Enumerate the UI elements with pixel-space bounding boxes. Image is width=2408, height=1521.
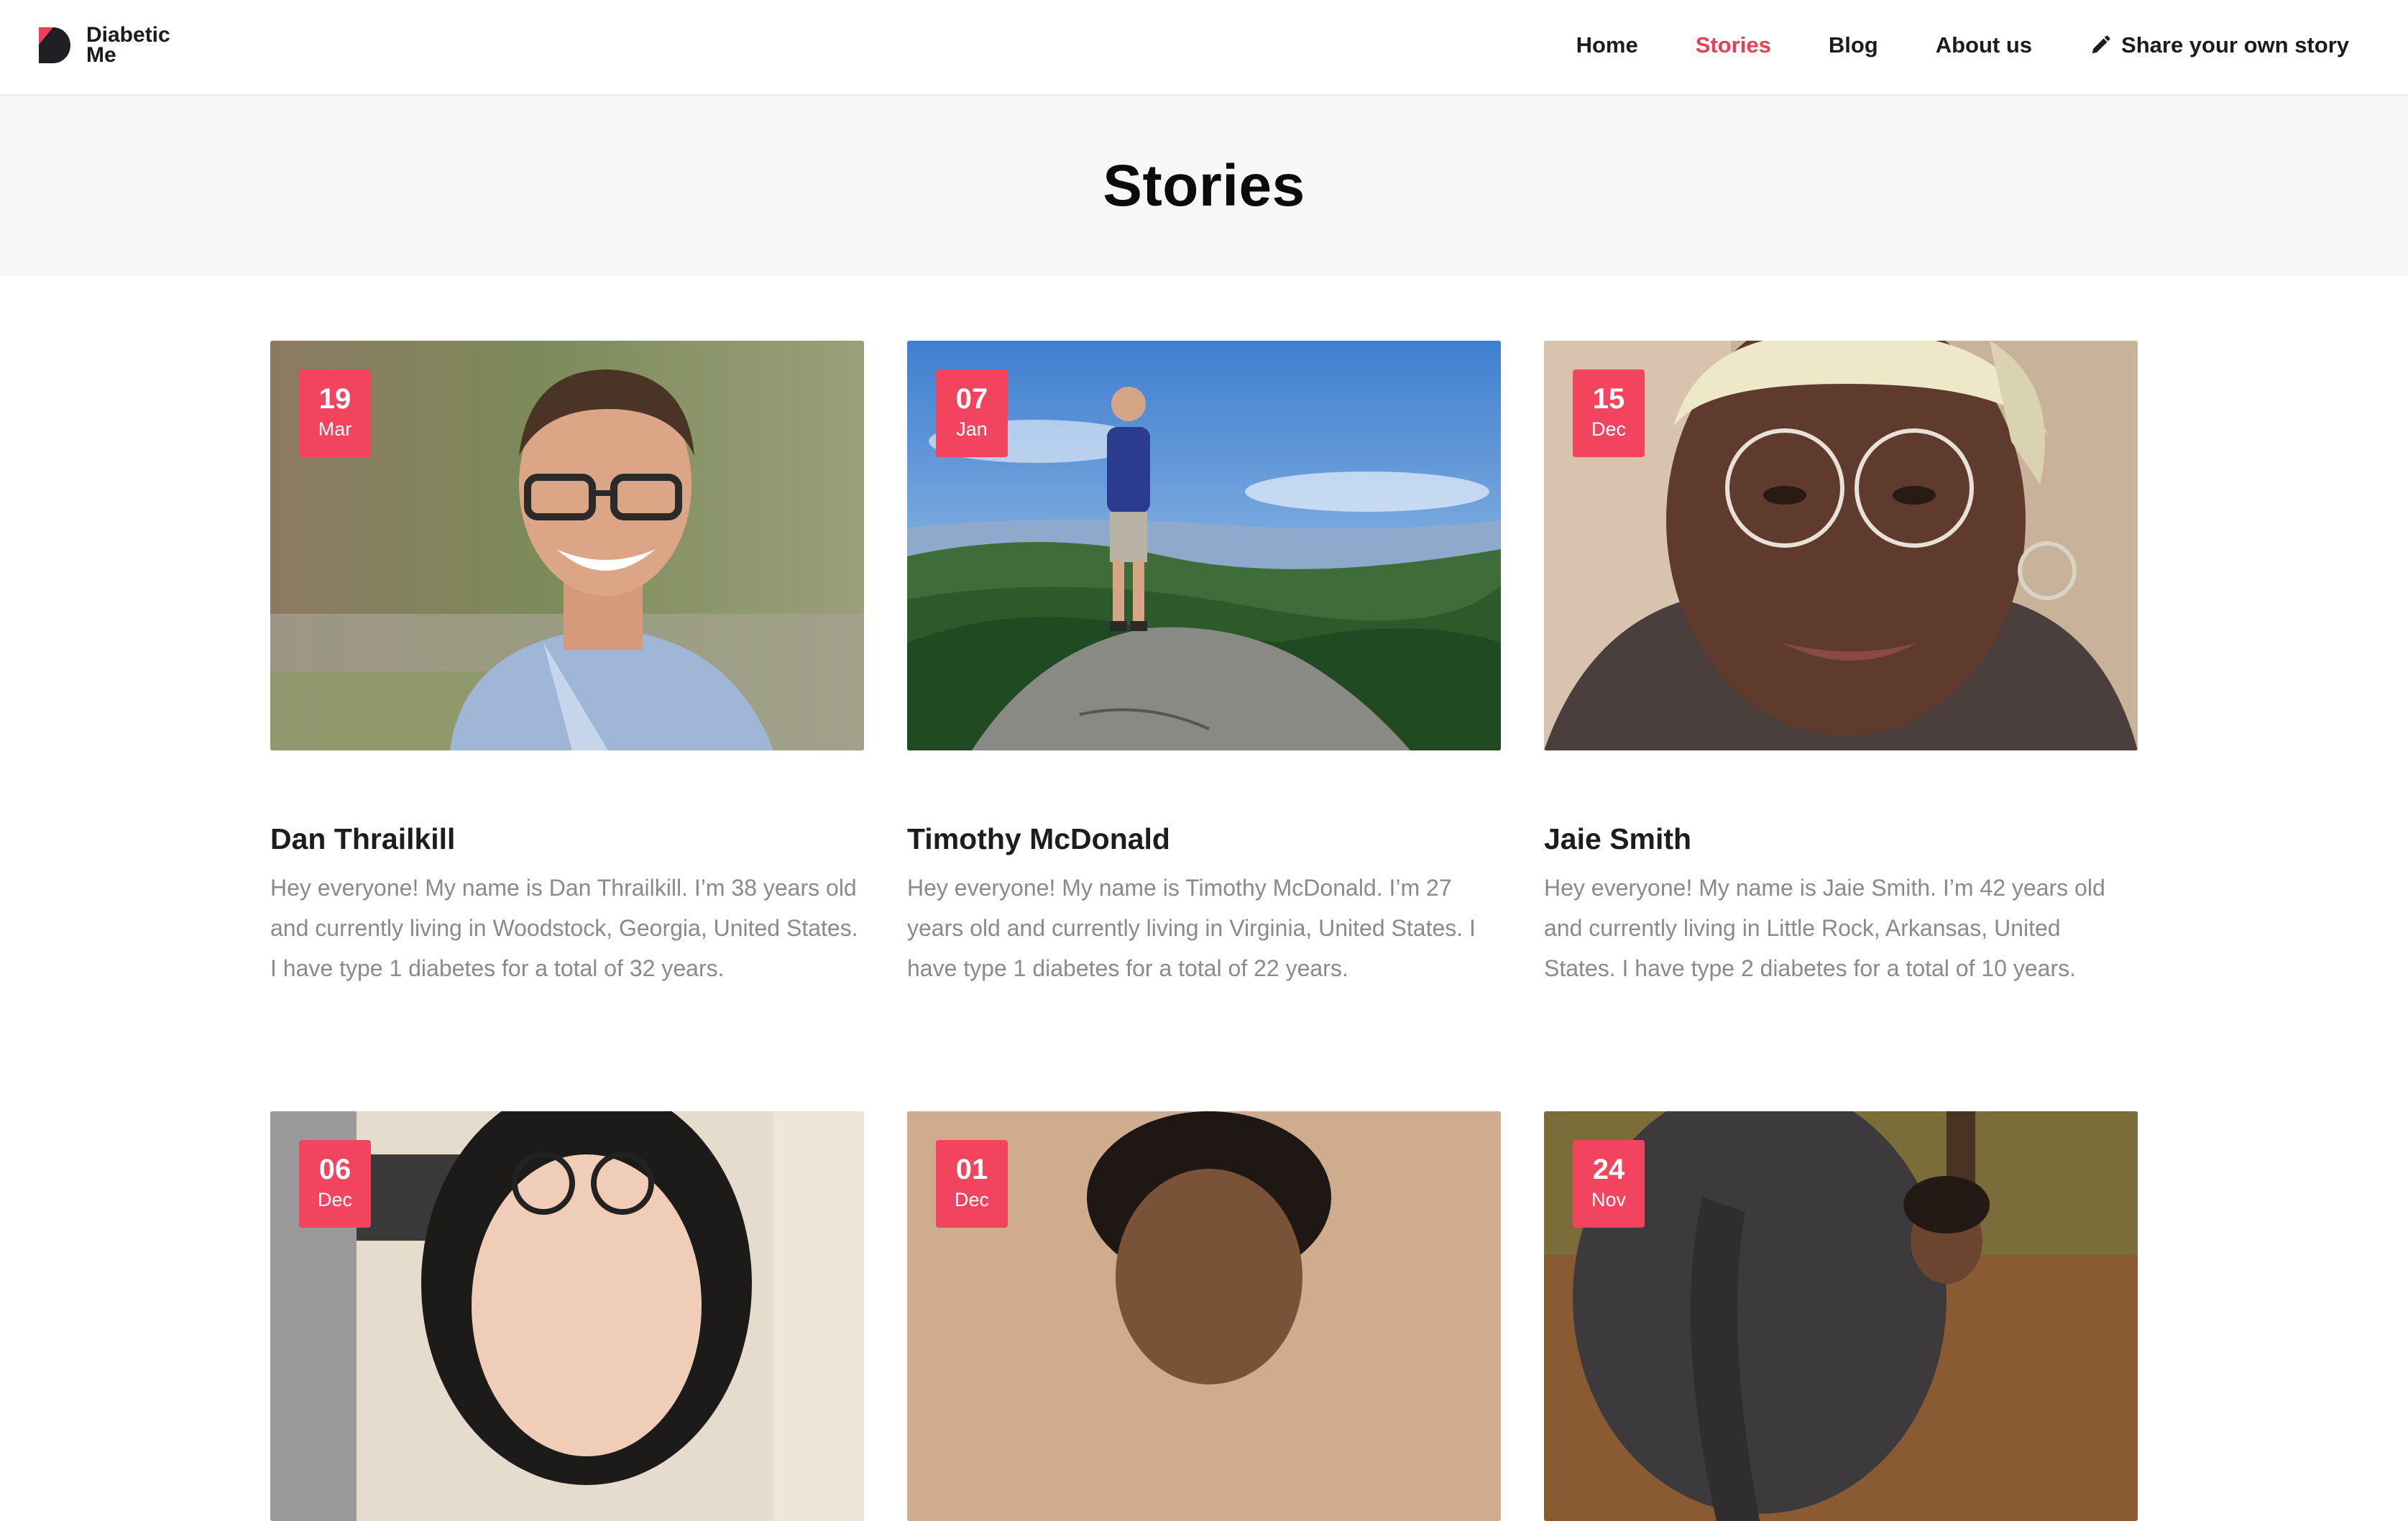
brand-logo[interactable]: Diabetic Me xyxy=(36,24,170,66)
brand-line2: Me xyxy=(86,43,116,67)
date-day: 06 xyxy=(318,1154,351,1185)
date-badge: 01 Dec xyxy=(936,1140,1008,1228)
story-photo[interactable]: 01 Dec xyxy=(907,1111,1501,1521)
date-badge: 19 Mar xyxy=(299,369,371,457)
story-card[interactable]: 19 Mar Dan Thrailkill Hey everyone! My n… xyxy=(270,341,864,988)
story-excerpt: Hey everyone! My name is Timothy McDonal… xyxy=(907,875,1476,981)
share-story-link[interactable]: Share your own story xyxy=(2090,32,2349,58)
logo-icon xyxy=(39,27,70,63)
story-card[interactable]: 24 Nov xyxy=(1544,1111,2138,1521)
page-title-band: Stories xyxy=(0,96,2408,276)
date-badge: 07 Jan xyxy=(936,369,1008,457)
story-card[interactable]: 06 Dec xyxy=(270,1111,864,1521)
story-excerpt: Hey everyone! My name is Dan Thrailkill.… xyxy=(270,875,858,981)
story-photo[interactable]: 07 Jan xyxy=(907,341,1501,750)
story-photo[interactable]: 19 Mar xyxy=(270,341,864,750)
date-day: 15 xyxy=(1592,383,1625,415)
story-photo[interactable]: 24 Nov xyxy=(1544,1111,2138,1521)
brand-name: Diabetic Me xyxy=(86,23,170,67)
nav-about-us[interactable]: About us xyxy=(1936,32,2032,58)
main-nav: Home Stories Blog About us Share your ow… xyxy=(1519,0,2349,91)
story-card[interactable]: 01 Dec xyxy=(907,1111,1501,1521)
date-day: 01 xyxy=(955,1154,988,1185)
nav-stories[interactable]: Stories xyxy=(1696,32,1771,58)
story-excerpt: Hey everyone! My name is Jaie Smith. I’m… xyxy=(1544,875,2105,981)
share-story-label: Share your own story xyxy=(2121,32,2349,58)
date-month: Dec xyxy=(1591,418,1626,440)
story-author-name[interactable]: Jaie Smith xyxy=(1544,822,2138,856)
story-photo[interactable]: 06 Dec xyxy=(270,1111,864,1521)
story-card[interactable]: 15 Dec Jaie Smith Hey everyone! My name … xyxy=(1544,341,2138,988)
date-month: Mar xyxy=(318,418,352,440)
date-day: 19 xyxy=(318,383,351,415)
date-month: Nov xyxy=(1591,1189,1626,1210)
brand-line1: Diabetic xyxy=(86,23,170,47)
story-author-name[interactable]: Dan Thrailkill xyxy=(270,822,864,856)
date-month: Jan xyxy=(956,418,988,440)
page-title: Stories xyxy=(1103,152,1305,219)
date-month: Dec xyxy=(317,1189,352,1210)
date-day: 07 xyxy=(955,383,988,415)
site-header: Diabetic Me Home Stories Blog About us S… xyxy=(0,0,2408,96)
story-card[interactable]: 07 Jan Timothy McDonald Hey everyone! My… xyxy=(907,341,1501,988)
date-badge: 15 Dec xyxy=(1573,369,1645,457)
pencil-icon xyxy=(2092,35,2110,54)
nav-home[interactable]: Home xyxy=(1576,32,1638,58)
nav-blog[interactable]: Blog xyxy=(1829,32,1878,58)
date-month: Dec xyxy=(954,1189,989,1210)
story-photo[interactable]: 15 Dec xyxy=(1544,341,2138,750)
date-badge: 24 Nov xyxy=(1573,1140,1645,1228)
date-badge: 06 Dec xyxy=(299,1140,371,1228)
date-day: 24 xyxy=(1592,1154,1625,1185)
story-author-name[interactable]: Timothy McDonald xyxy=(907,822,1501,856)
